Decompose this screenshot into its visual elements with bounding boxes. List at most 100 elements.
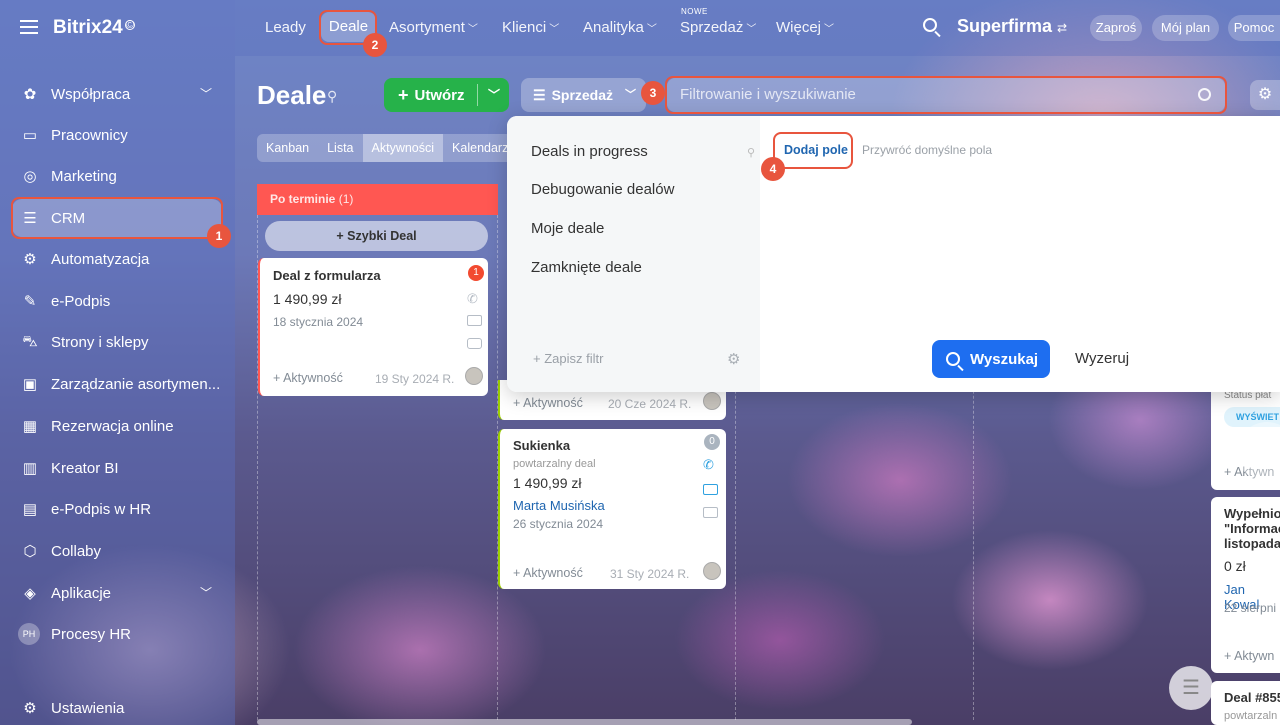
tab-kanban[interactable]: Kanban bbox=[257, 134, 318, 162]
deal-title[interactable]: Wypełnio "Informac listopada' bbox=[1224, 506, 1280, 551]
sidebar-item-rezerwacja[interactable]: ▦ Rezerwacja online bbox=[12, 407, 222, 445]
deal-card-right[interactable]: Wypełnio "Informac listopada' 0 zł Jan Kow… bbox=[1211, 497, 1280, 673]
preset-zamkniete[interactable]: Zamknięte deale bbox=[531, 259, 642, 276]
add-activity-link[interactable]: + Aktywn bbox=[1224, 649, 1274, 663]
sidebar-item-collaby[interactable]: ⬡ Collaby bbox=[12, 532, 222, 570]
pipeline-select[interactable]: ☰ Sprzedaż ﹀ bbox=[521, 78, 646, 112]
deal-title[interactable]: Deal #855 bbox=[1224, 690, 1280, 705]
highlight-filter bbox=[665, 76, 1227, 114]
sidebar-item-epodpis-hr[interactable]: ▤ e-Podpis w HR bbox=[12, 490, 222, 528]
brand-logo[interactable]: Bitrix24 © bbox=[53, 17, 135, 39]
search-button[interactable]: Wyszukaj bbox=[932, 340, 1050, 378]
chat-icon[interactable] bbox=[467, 338, 482, 349]
sidebar-item-marketing[interactable]: ◎ Marketing bbox=[12, 157, 222, 195]
sidebar-item-strony[interactable]: ⛍ Strony i sklepy bbox=[12, 323, 222, 361]
deal-price: 1 490,99 zł bbox=[513, 475, 582, 491]
sidebar-item-wspolpraca[interactable]: ✿ Współpraca ﹀ bbox=[12, 75, 222, 113]
tab-analityka[interactable]: Analityka ﹀ bbox=[583, 19, 657, 36]
pin-icon[interactable]: ⚲ bbox=[327, 88, 337, 105]
invite-button[interactable]: Zaproś bbox=[1090, 15, 1142, 41]
tab-lista[interactable]: Lista bbox=[318, 134, 362, 162]
add-activity-link[interactable]: + Aktywność bbox=[513, 566, 583, 580]
plus-icon: + bbox=[336, 229, 344, 243]
annotation-badge: 4 bbox=[761, 157, 785, 181]
sidebar: Bitrix24 © ✿ Współpraca ﹀ ▭ Pracownicy ◎ Mark… bbox=[0, 0, 235, 725]
chat-widget-icon[interactable]: ☰ bbox=[1169, 666, 1213, 710]
deal-contact-link[interactable]: Marta Musińska bbox=[513, 498, 605, 513]
chat-bubbles-icon: ✿ bbox=[23, 86, 37, 103]
quick-deal-button[interactable]: + Szybki Deal bbox=[265, 221, 488, 251]
search-icon bbox=[946, 352, 960, 366]
horizontal-scrollbar[interactable] bbox=[257, 719, 912, 725]
preset-deals-in-progress[interactable]: Deals in progress bbox=[531, 143, 648, 160]
annotation-badge: 3 bbox=[641, 81, 665, 105]
annotation-badge: 1 bbox=[207, 224, 231, 248]
cart-icon: ⛍ bbox=[22, 332, 38, 350]
deal-card[interactable]: Deal z formularza 1 1 490,99 zł 18 stycz… bbox=[258, 258, 488, 396]
box-icon: ▣ bbox=[22, 376, 38, 393]
add-activity-link[interactable]: + Aktywność bbox=[513, 396, 583, 410]
column-header-overdue[interactable]: Po terminie (1) bbox=[257, 184, 498, 215]
sidebar-item-asortyment[interactable]: ▣ Zarządzanie asortymen... bbox=[12, 365, 222, 403]
search-icon[interactable] bbox=[923, 18, 937, 32]
add-activity-link[interactable]: + Aktywność bbox=[273, 371, 343, 385]
avatar-ph-icon: PH bbox=[18, 623, 40, 645]
gear-icon[interactable]: ⚙ bbox=[727, 350, 740, 368]
sidebar-item-procesy-hr[interactable]: PH Procesy HR bbox=[12, 615, 222, 653]
due-date: 20 Cze 2024 R. bbox=[608, 397, 692, 411]
calendar-icon: ▦ bbox=[22, 418, 38, 435]
plus-icon: + bbox=[533, 351, 541, 366]
sidebar-item-ustawienia[interactable]: ⚙ Ustawienia bbox=[12, 689, 222, 725]
chat-icon[interactable] bbox=[703, 507, 718, 518]
tab-asortyment[interactable]: Asortyment ﹀ bbox=[389, 19, 478, 36]
deal-title[interactable]: Sukienka bbox=[513, 438, 570, 453]
deal-subtitle: powtarzalny deal bbox=[513, 458, 596, 470]
deal-card[interactable]: Sukienka 0 powtarzalny deal 1 490,99 zł … bbox=[498, 429, 726, 589]
settings-gear-icon[interactable]: ⚙ bbox=[1250, 80, 1280, 110]
deal-card-right[interactable]: Deal #855 powtarzaln bbox=[1211, 681, 1280, 725]
tab-sprzedaz[interactable]: Sprzedaż ﹀ bbox=[680, 19, 756, 36]
sidebar-item-pracownicy[interactable]: ▭ Pracownicy bbox=[12, 116, 222, 154]
avatar[interactable] bbox=[703, 392, 721, 410]
sidebar-item-kreator-bi[interactable]: ▥ Kreator BI bbox=[12, 449, 222, 487]
mail-icon[interactable] bbox=[703, 484, 718, 495]
chevron-down-icon: ﹀ bbox=[199, 87, 212, 101]
robot-icon: ⚙ bbox=[23, 251, 37, 268]
phone-icon[interactable]: ✆ bbox=[703, 457, 714, 473]
sidebar-item-aplikacje[interactable]: ◈ Aplikacje ﹀ bbox=[12, 574, 222, 612]
counter-badge: 1 bbox=[468, 265, 484, 281]
reset-button[interactable]: Wyzeruj bbox=[1075, 350, 1129, 367]
tab-aktywnosci[interactable]: Aktywności bbox=[362, 134, 444, 162]
create-button[interactable]: + Utwórz ﹀ bbox=[384, 78, 509, 112]
my-plan-button[interactable]: Mój plan bbox=[1152, 15, 1219, 41]
phone-icon[interactable]: ✆ bbox=[467, 291, 478, 307]
chevron-down-icon: ﹀ bbox=[625, 89, 636, 101]
mail-icon[interactable] bbox=[467, 315, 482, 326]
preset-debugowanie[interactable]: Debugowanie dealów bbox=[531, 181, 674, 198]
sidebar-item-epodpis[interactable]: ✎ e-Podpis bbox=[12, 282, 222, 320]
pin-icon[interactable]: ⚲ bbox=[747, 146, 755, 159]
counter-badge: 0 bbox=[704, 434, 720, 450]
save-filter-button[interactable]: + Zapisz filtr bbox=[533, 351, 603, 366]
sidebar-item-automatyzacja[interactable]: ⚙ Automatyzacja bbox=[12, 240, 222, 278]
avatar[interactable] bbox=[465, 367, 483, 385]
plus-icon: + bbox=[398, 84, 409, 105]
id-card-icon: ▭ bbox=[22, 127, 38, 144]
new-badge: NOWE bbox=[681, 7, 708, 16]
avatar[interactable] bbox=[703, 562, 721, 580]
filter-panel: Deals in progress ⚲ Debugowanie dealów M… bbox=[507, 116, 1280, 392]
restore-default-fields-link[interactable]: Przywróć domyślne pola bbox=[862, 143, 992, 157]
deal-date: 26 stycznia 2024 bbox=[513, 517, 604, 531]
menu-icon[interactable] bbox=[20, 20, 38, 34]
tab-leady[interactable]: Leady bbox=[265, 19, 306, 36]
chevron-down-icon[interactable]: ﹀ bbox=[488, 86, 500, 103]
document-sign-icon: ▤ bbox=[22, 501, 38, 518]
tab-klienci[interactable]: Klienci ﹀ bbox=[502, 19, 559, 36]
deal-date: 22 sierpni bbox=[1224, 601, 1277, 615]
tab-wiecej[interactable]: Więcej ﹀ bbox=[776, 19, 834, 36]
preset-moje-deale[interactable]: Moje deale bbox=[531, 220, 604, 237]
deal-price: 0 zł bbox=[1224, 558, 1246, 574]
deal-title[interactable]: Deal z formularza bbox=[273, 268, 381, 283]
company-name[interactable]: Superfirma ⇄ bbox=[957, 16, 1067, 37]
help-button[interactable]: Pomoc bbox=[1228, 15, 1280, 41]
